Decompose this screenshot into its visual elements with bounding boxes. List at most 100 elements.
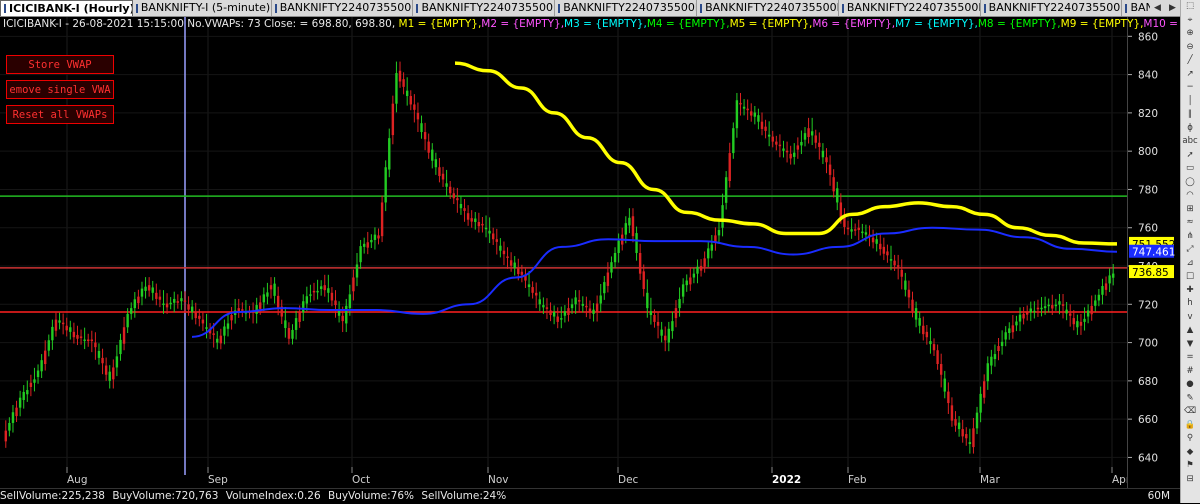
candle-body (448, 186, 452, 194)
candle-body (1004, 332, 1007, 340)
tab-4[interactable]: BANKNIFTY2240735500PE (... (555, 0, 698, 16)
tab-5[interactable]: BANKNIFTY2240735500PE (... (697, 0, 839, 16)
ray-icon[interactable]: ↗ (1181, 68, 1199, 82)
crosshair-icon[interactable]: ⌖ (1181, 14, 1199, 28)
candle-body (348, 294, 352, 309)
circle-icon[interactable]: ● (1181, 378, 1199, 392)
candle-body (961, 429, 964, 437)
trendline-icon[interactable]: ╱ (1181, 54, 1199, 68)
candle-body (925, 331, 929, 338)
candle-body (567, 308, 570, 316)
rect-icon[interactable]: ▭ (1181, 162, 1199, 176)
arc-icon[interactable]: ◠ (1181, 189, 1199, 203)
candle-body (87, 339, 90, 342)
candle-body (316, 290, 319, 293)
candle-body (678, 298, 681, 309)
ruler-icon[interactable]: ⊟ (1181, 473, 1199, 487)
cycle-icon[interactable]: ≈ (1181, 216, 1199, 230)
candle-body (581, 303, 584, 306)
candle-body (362, 243, 366, 247)
channel-icon[interactable]: ∥ (1181, 108, 1199, 122)
fib-icon[interactable]: ϕ (1181, 122, 1199, 136)
candle-body (828, 164, 832, 175)
y-tick-label: 660 (1138, 414, 1158, 426)
chart-tab-icon (135, 3, 138, 13)
reset-all-vwaps-button[interactable]: Reset all VWAPs (6, 105, 114, 124)
candle-body (409, 96, 412, 105)
store-vwap-button[interactable]: Store VWAP (6, 55, 114, 74)
candle-body (459, 203, 463, 209)
v-icon[interactable]: v (1181, 311, 1199, 325)
candle-body (341, 315, 344, 322)
x-tick-label: Oct (352, 474, 370, 486)
candle-body (384, 167, 387, 203)
eraser-icon[interactable]: ⌫ (1181, 405, 1199, 419)
text-icon[interactable]: abc (1181, 135, 1199, 149)
tab-0[interactable]: ICICIBANK-I (Hourly)× (0, 0, 133, 16)
candle-body (818, 142, 821, 147)
tab-3[interactable]: BANKNIFTY2240735500PE (... (413, 0, 556, 16)
candle-body (990, 356, 993, 366)
candle-body (886, 251, 889, 256)
candle-body (882, 246, 886, 254)
candle-body (517, 267, 520, 275)
square-icon[interactable]: □ (1181, 270, 1199, 284)
candle-body (223, 326, 226, 336)
flag-icon[interactable]: ⚑ (1181, 459, 1199, 473)
candle-body (180, 298, 183, 302)
zoom-out-icon[interactable]: ⊖ (1181, 41, 1199, 55)
pin-icon[interactable]: ◆ (1181, 446, 1199, 460)
hash-icon[interactable]: # (1181, 365, 1199, 379)
candle-body (327, 288, 330, 293)
candle-body (724, 177, 728, 203)
candle-body (857, 227, 860, 231)
andrews-icon[interactable]: ⊿ (1181, 257, 1199, 271)
m-item-4: M5 = {EMPTY}, (729, 18, 813, 30)
candle-body (22, 391, 25, 401)
candle-body (144, 286, 147, 291)
hline-icon[interactable]: ─ (1181, 81, 1199, 95)
tab-6[interactable]: BANKNIFTY2240735500PE (... (839, 0, 981, 16)
candle-body (674, 308, 678, 319)
note-icon[interactable]: ✎ (1181, 392, 1199, 406)
lock-icon[interactable]: 🔒 (1181, 419, 1199, 433)
candle-body (531, 287, 534, 293)
up-icon[interactable]: ▲ (1181, 324, 1199, 338)
tab-scroll-right-icon[interactable]: ▶ (1165, 0, 1180, 16)
tab-scroll-left-icon[interactable]: ◀ (1150, 0, 1165, 16)
remove-single-vwap-button[interactable]: emove single VWA (6, 80, 114, 99)
zoom-in-icon[interactable]: ⊕ (1181, 27, 1199, 41)
equal-icon[interactable]: = (1181, 351, 1199, 365)
candle-body (965, 434, 968, 439)
cross-icon[interactable]: ✚ (1181, 284, 1199, 298)
tab-2[interactable]: BANKNIFTY2240735500PE (... (272, 0, 414, 16)
price-chart[interactable]: Aug Sep Oct Nov Dec 2022 Feb Mar Apr (0, 17, 1127, 488)
candle-body (158, 296, 162, 300)
vline-icon[interactable]: │ (1181, 95, 1199, 109)
arrow-icon[interactable]: ➚ (1181, 149, 1199, 163)
pointer-icon[interactable]: ⬚ (1181, 0, 1199, 14)
candle-body (119, 339, 122, 355)
down-icon[interactable]: ▼ (1181, 338, 1199, 352)
tab-1[interactable]: BANKNIFTY-I (5-minute) (133, 0, 272, 16)
price-axis[interactable]: 640660680700720740760780800820840860751.… (1127, 17, 1181, 488)
x-tick-label: Sep (208, 474, 228, 486)
regression-icon[interactable]: ⤢ (1181, 243, 1199, 257)
m-item-7: M8 = {EMPTY}, (977, 18, 1061, 30)
candle-body (470, 218, 473, 222)
tab-7[interactable]: BANKNIFTY2240735500PE (... (981, 0, 1123, 16)
candle-body (649, 311, 653, 316)
h-icon[interactable]: h (1181, 297, 1199, 311)
ellipse-icon[interactable]: ◯ (1181, 176, 1199, 190)
candle-body (929, 341, 932, 345)
magnet-icon[interactable]: ⚲ (1181, 432, 1199, 446)
chart-tab-icon (274, 3, 277, 13)
candle-body (570, 304, 574, 309)
pitchfork-icon[interactable]: ⋔ (1181, 230, 1199, 244)
chart-tab-icon (983, 3, 986, 13)
candle-body (918, 318, 921, 326)
candle-body (1076, 321, 1079, 328)
gann-icon[interactable]: ⊞ (1181, 203, 1199, 217)
candle-body (398, 70, 402, 82)
candle-body (230, 315, 233, 321)
